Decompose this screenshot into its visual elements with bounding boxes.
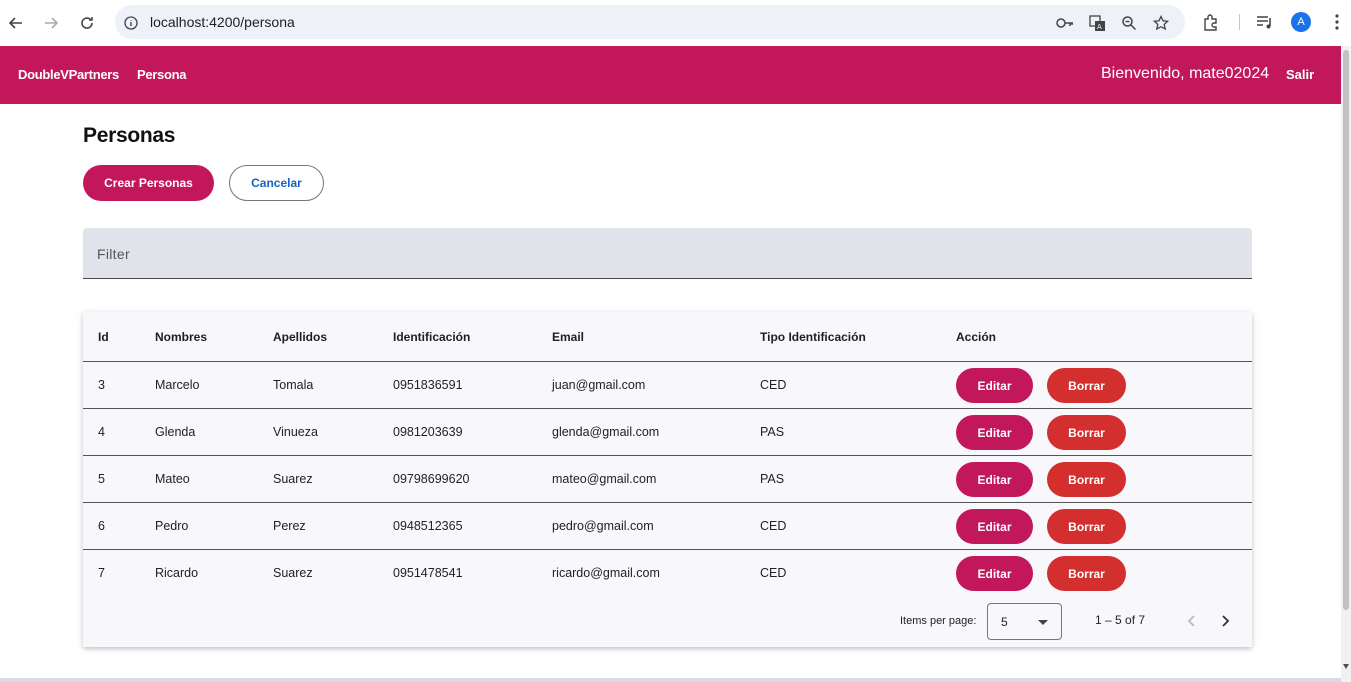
cell-tipo: PAS [760,472,785,486]
cell-identificacion: 0951478541 [393,566,463,580]
brand-link[interactable]: DoubleVPartners [18,67,119,82]
password-key-icon[interactable] [1056,14,1074,32]
cell-apellidos: Vinueza [273,425,318,439]
persona-table: Id Nombres Apellidos Identificación Emai… [83,312,1252,647]
cell-id: 4 [98,425,105,439]
cell-identificacion: 0948512365 [393,519,463,533]
edit-button[interactable]: Editar [956,509,1033,544]
site-info-icon[interactable] [122,14,140,32]
previous-page-chevron-icon[interactable] [1179,609,1203,633]
header-email[interactable]: Email [552,330,584,344]
page-range-label: 1 – 5 of 7 [1095,613,1146,627]
cell-tipo: CED [760,566,787,580]
toolbar-separator [1239,14,1240,30]
scrollbar-thumb[interactable] [1343,50,1349,610]
cell-email: glenda@gmail.com [552,425,660,439]
reload-icon[interactable] [75,11,99,35]
header-apellidos[interactable]: Apellidos [273,330,327,344]
cell-id: 6 [98,519,105,533]
table-row: 5 Mateo Suarez 09798699620 mateo@gmail.c… [83,456,1252,503]
cell-identificacion: 0981203639 [393,425,463,439]
edit-button[interactable]: Editar [956,462,1033,497]
edit-button[interactable]: Editar [956,415,1033,450]
forward-arrow-icon[interactable] [39,11,63,35]
cell-identificacion: 0951836591 [393,378,463,392]
profile-avatar[interactable]: A [1291,12,1311,32]
zoom-icon[interactable] [1120,14,1138,32]
table-header-row: Id Nombres Apellidos Identificación Emai… [83,312,1252,362]
cell-apellidos: Perez [273,519,306,533]
cell-nombres: Mateo [155,472,190,486]
cell-id: 3 [98,378,105,392]
header-accion: Acción [956,330,997,344]
cancel-button[interactable]: Cancelar [229,165,324,201]
cell-nombres: Marcelo [155,378,200,392]
cell-nombres: Pedro [155,519,189,533]
delete-button[interactable]: Borrar [1047,462,1126,497]
cell-tipo: CED [760,378,787,392]
url-text[interactable]: localhost:4200/persona [150,14,295,30]
more-menu-icon[interactable] [1326,11,1348,33]
delete-button[interactable]: Borrar [1047,556,1126,591]
next-page-chevron-icon[interactable] [1214,609,1238,633]
media-queue-icon[interactable] [1254,11,1276,33]
delete-button[interactable]: Borrar [1047,368,1126,403]
cell-id: 7 [98,566,105,580]
table-row: 7 Ricardo Suarez 0951478541 ricardo@gmai… [83,550,1252,597]
cell-nombres: Ricardo [155,566,199,580]
delete-button[interactable]: Borrar [1047,509,1126,544]
welcome-message: Bienvenido, mate02024 [1101,65,1270,82]
create-persona-button[interactable]: Crear Personas [83,165,214,201]
items-per-page-value[interactable]: 5 [1001,615,1008,629]
table-row: 6 Pedro Perez 0948512365 pedro@gmail.com… [83,503,1252,550]
table-row: 4 Glenda Vinueza 0981203639 glenda@gmail… [83,409,1252,456]
cell-email: juan@gmail.com [552,378,646,392]
header-nombres[interactable]: Nombres [155,330,207,344]
browser-toolbar: localhost:4200/persona A A [0,0,1351,46]
logout-link[interactable]: Salir [1286,67,1314,82]
items-per-page-select[interactable]: 5 [987,603,1062,640]
nav-link-persona[interactable]: Persona [137,67,187,82]
cell-apellidos: Suarez [273,566,313,580]
filter-label: Filter [97,246,130,262]
items-per-page-label: Items per page: [900,615,977,627]
cell-email: mateo@gmail.com [552,472,657,486]
address-bar[interactable]: localhost:4200/persona A [115,5,1185,39]
cell-identificacion: 09798699620 [393,472,470,486]
header-tipo-identificacion[interactable]: Tipo Identificación [760,330,866,344]
app-header: DoubleVPartners Persona Bienvenido, mate… [0,46,1341,104]
bookmark-star-icon[interactable] [1152,14,1170,32]
cell-nombres: Glenda [155,425,196,439]
cell-apellidos: Suarez [273,472,313,486]
header-id[interactable]: Id [98,330,109,344]
back-arrow-icon[interactable] [4,11,28,35]
extensions-puzzle-icon[interactable] [1200,11,1222,33]
dropdown-caret-icon[interactable] [1038,620,1048,625]
cell-tipo: PAS [760,425,785,439]
edit-button[interactable]: Editar [956,556,1033,591]
edit-button[interactable]: Editar [956,368,1033,403]
translate-icon[interactable]: A [1088,14,1106,32]
filter-input[interactable]: Filter [83,228,1252,279]
page-bottom-edge [0,678,1341,682]
delete-button[interactable]: Borrar [1047,415,1126,450]
scroll-down-arrow-icon[interactable] [1343,664,1349,669]
svg-text:A: A [1097,23,1102,31]
table-row: 3 Marcelo Tomala 0951836591 juan@gmail.c… [83,362,1252,409]
cell-email: pedro@gmail.com [552,519,654,533]
cell-email: ricardo@gmail.com [552,566,660,580]
paginator: Items per page: 5 1 – 5 of 7 [83,597,1252,647]
header-identificacion[interactable]: Identificación [393,330,470,344]
cell-apellidos: Tomala [273,378,314,392]
page-title: Personas [83,124,176,147]
cell-tipo: CED [760,519,787,533]
cell-id: 5 [98,472,105,486]
